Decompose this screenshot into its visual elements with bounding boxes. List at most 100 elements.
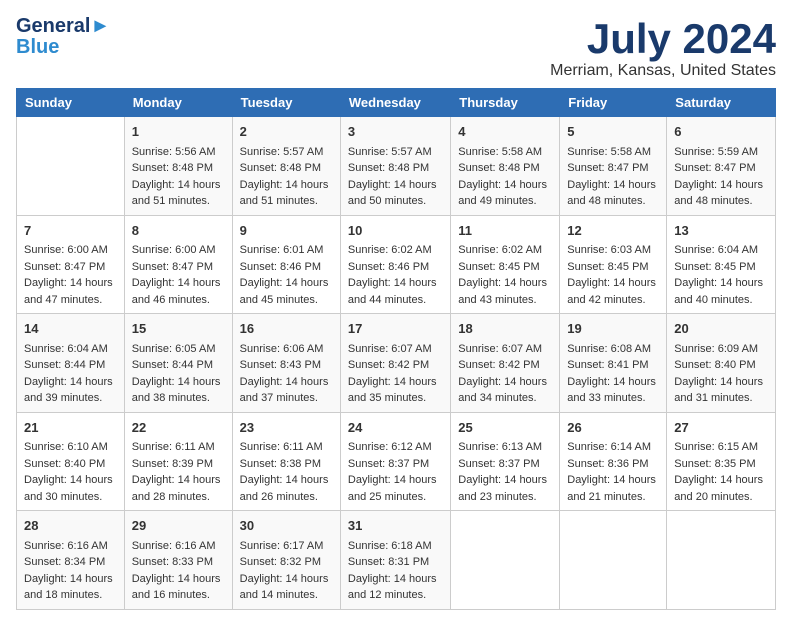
day-number: 25	[458, 418, 552, 438]
day-number: 4	[458, 122, 552, 142]
calendar-week-1: 1Sunrise: 5:56 AMSunset: 8:48 PMDaylight…	[17, 117, 776, 216]
daylight-text: Daylight: 14 hours and 23 minutes.	[458, 472, 552, 505]
sunrise-text: Sunrise: 6:04 AM	[674, 242, 768, 259]
calendar-cell: 29Sunrise: 6:16 AMSunset: 8:33 PMDayligh…	[124, 511, 232, 610]
daylight-text: Daylight: 14 hours and 25 minutes.	[348, 472, 443, 505]
daylight-text: Daylight: 14 hours and 34 minutes.	[458, 374, 552, 407]
logo-text-general: General►	[16, 16, 110, 37]
day-number: 9	[240, 221, 333, 241]
sunset-text: Sunset: 8:48 PM	[458, 160, 552, 177]
sunset-text: Sunset: 8:47 PM	[24, 259, 117, 276]
day-number: 13	[674, 221, 768, 241]
day-number: 22	[132, 418, 225, 438]
calendar-cell	[17, 117, 125, 216]
sunset-text: Sunset: 8:43 PM	[240, 357, 333, 374]
sunrise-text: Sunrise: 6:06 AM	[240, 341, 333, 358]
daylight-text: Daylight: 14 hours and 35 minutes.	[348, 374, 443, 407]
daylight-text: Daylight: 14 hours and 40 minutes.	[674, 275, 768, 308]
sunrise-text: Sunrise: 5:58 AM	[458, 144, 552, 161]
calendar-week-3: 14 Sunrise: 6:04 AMSunset: 8:44 PM Dayligh…	[17, 314, 776, 413]
calendar-cell: 5Sunrise: 5:58 AMSunset: 8:47 PMDaylight…	[560, 117, 667, 216]
day-number: 28	[24, 516, 117, 536]
calendar-cell: 6Sunrise: 5:59 AMSunset: 8:47 PMDaylight…	[667, 117, 776, 216]
daylight-text: Daylight: 14 hours and 51 minutes.	[132, 177, 225, 210]
day-number: 7	[24, 221, 117, 241]
sunrise-text: Sunrise: 5:57 AM	[348, 144, 443, 161]
main-title: July 2024	[550, 16, 776, 62]
sunset-text: Sunset: 8:37 PM	[348, 456, 443, 473]
sunset-text: Sunset: 8:41 PM	[567, 357, 659, 374]
sunrise-text: Sunrise: 6:15 AM	[674, 439, 768, 456]
daylight-text: Daylight: 14 hours and 31 minutes.	[674, 374, 768, 407]
sunrise-text: Sunrise: 6:00 AM	[132, 242, 225, 259]
sunrise-text: Sunrise: 6:04 AM	[24, 341, 117, 358]
day-number: 11	[458, 221, 552, 241]
sunset-text: Sunset: 8:48 PM	[348, 160, 443, 177]
daylight-text: Daylight: 14 hours and 37 minutes.	[240, 374, 333, 407]
sunrise-text: Sunrise: 6:07 AM	[348, 341, 443, 358]
title-block: July 2024 Merriam, Kansas, United States	[550, 16, 776, 80]
weekday-header-monday: Monday	[124, 89, 232, 117]
calendar-cell: 22Sunrise: 6:11 AMSunset: 8:39 PMDayligh…	[124, 412, 232, 511]
logo: General► Blue	[16, 16, 110, 58]
daylight-text: Daylight: 14 hours and 42 minutes.	[567, 275, 659, 308]
sunrise-text: Sunrise: 6:02 AM	[348, 242, 443, 259]
calendar-week-5: 28Sunrise: 6:16 AMSunset: 8:34 PMDayligh…	[17, 511, 776, 610]
sunrise-text: Sunrise: 6:14 AM	[567, 439, 659, 456]
daylight-text: Daylight: 14 hours and 49 minutes.	[458, 177, 552, 210]
day-number: 17	[348, 319, 443, 339]
day-number: 10	[348, 221, 443, 241]
day-number: 6	[674, 122, 768, 142]
day-number: 18	[458, 319, 552, 339]
sunrise-text: Sunrise: 6:13 AM	[458, 439, 552, 456]
day-number: 27	[674, 418, 768, 438]
daylight-text: Daylight: 14 hours and 30 minutes.	[24, 472, 117, 505]
day-number: 30	[240, 516, 333, 536]
calendar-cell: 2Sunrise: 5:57 AMSunset: 8:48 PMDaylight…	[232, 117, 340, 216]
day-number: 8	[132, 221, 225, 241]
page-header: General► Blue July 2024 Merriam, Kansas,…	[16, 16, 776, 80]
calendar-cell: 9Sunrise: 6:01 AMSunset: 8:46 PMDaylight…	[232, 215, 340, 314]
sunset-text: Sunset: 8:42 PM	[458, 357, 552, 374]
day-number: 14	[24, 319, 117, 339]
weekday-header-tuesday: Tuesday	[232, 89, 340, 117]
daylight-text: Daylight: 14 hours and 18 minutes.	[24, 571, 117, 604]
sunset-text: Sunset: 8:46 PM	[240, 259, 333, 276]
calendar-cell: 17Sunrise: 6:07 AMSunset: 8:42 PMDayligh…	[340, 314, 450, 413]
sunrise-text: Sunrise: 6:08 AM	[567, 341, 659, 358]
day-number: 20	[674, 319, 768, 339]
sunset-text: Sunset: 8:40 PM	[24, 456, 117, 473]
daylight-text: Daylight: 14 hours and 50 minutes.	[348, 177, 443, 210]
calendar-cell: 11Sunrise: 6:02 AMSunset: 8:45 PMDayligh…	[451, 215, 560, 314]
calendar-cell: 15Sunrise: 6:05 AMSunset: 8:44 PMDayligh…	[124, 314, 232, 413]
calendar-cell: 20Sunrise: 6:09 AMSunset: 8:40 PMDayligh…	[667, 314, 776, 413]
calendar-cell	[667, 511, 776, 610]
day-number: 5	[567, 122, 659, 142]
daylight-text: Daylight: 14 hours and 28 minutes.	[132, 472, 225, 505]
calendar-cell: 4 Sunrise: 5:58 AMSunset: 8:48 PMDaylight…	[451, 117, 560, 216]
sunset-text: Sunset: 8:35 PM	[674, 456, 768, 473]
calendar-header: SundayMondayTuesdayWednesdayThursdayFrid…	[17, 89, 776, 117]
daylight-text: Daylight: 14 hours and 33 minutes.	[567, 374, 659, 407]
daylight-text: Daylight: 14 hours and 21 minutes.	[567, 472, 659, 505]
daylight-text: Daylight: 14 hours and 26 minutes.	[240, 472, 333, 505]
daylight-text: Daylight: 14 hours and 38 minutes.	[132, 374, 225, 407]
logo-text-blue: Blue	[16, 37, 110, 58]
calendar-cell: 10Sunrise: 6:02 AMSunset: 8:46 PMDayligh…	[340, 215, 450, 314]
day-number: 3	[348, 122, 443, 142]
sunrise-text: Sunrise: 5:58 AM	[567, 144, 659, 161]
sunrise-text: Sunrise: 6:07 AM	[458, 341, 552, 358]
sunset-text: Sunset: 8:44 PM	[24, 357, 117, 374]
sunset-text: Sunset: 8:45 PM	[458, 259, 552, 276]
weekday-header-friday: Friday	[560, 89, 667, 117]
calendar-cell: 24Sunrise: 6:12 AMSunset: 8:37 PMDayligh…	[340, 412, 450, 511]
daylight-text: Daylight: 14 hours and 43 minutes.	[458, 275, 552, 308]
day-number: 26	[567, 418, 659, 438]
calendar-cell: 30Sunrise: 6:17 AMSunset: 8:32 PMDayligh…	[232, 511, 340, 610]
sunset-text: Sunset: 8:32 PM	[240, 554, 333, 571]
calendar-cell: 31Sunrise: 6:18 AMSunset: 8:31 PMDayligh…	[340, 511, 450, 610]
daylight-text: Daylight: 14 hours and 51 minutes.	[240, 177, 333, 210]
sunrise-text: Sunrise: 6:12 AM	[348, 439, 443, 456]
calendar-cell: 28Sunrise: 6:16 AMSunset: 8:34 PMDayligh…	[17, 511, 125, 610]
weekday-header-wednesday: Wednesday	[340, 89, 450, 117]
